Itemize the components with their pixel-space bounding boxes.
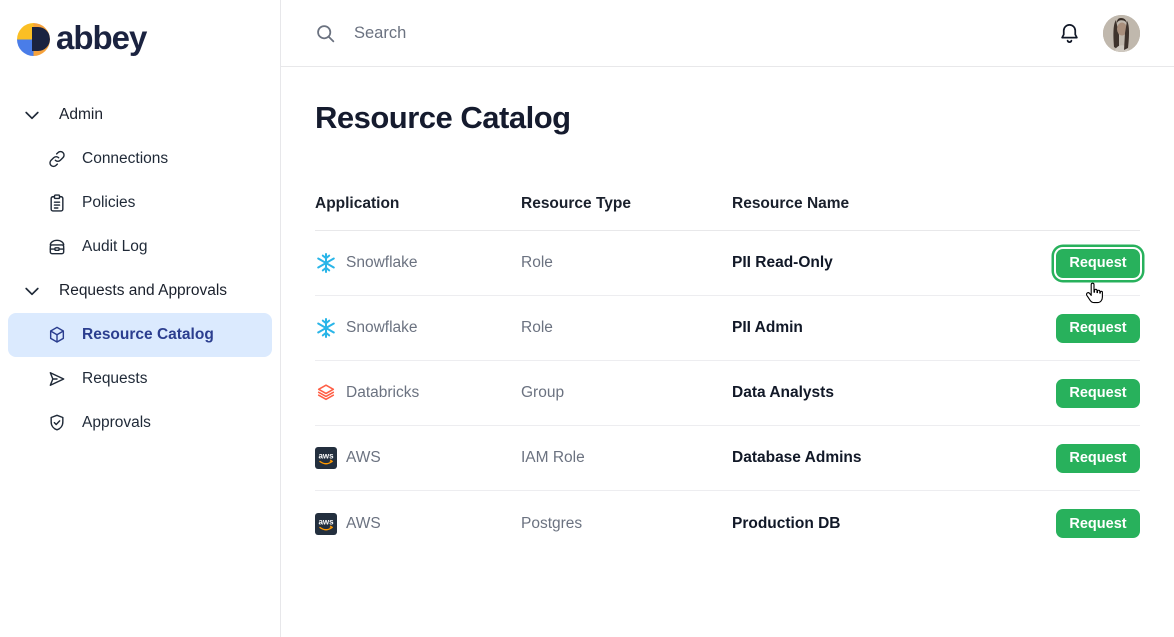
section-label: Admin [59,106,103,124]
aws-icon: aws [315,447,337,469]
sidebar-item-audit-log[interactable]: Audit Log [8,225,272,269]
table-row: Databricks Group Data Analysts Request [315,361,1140,426]
section-label: Requests and Approvals [59,282,227,300]
cube-icon [47,325,67,345]
app-window: abbey Admin Connections [0,0,1174,637]
sidebar-section-admin[interactable]: Admin [8,93,272,137]
main-area: Resource Catalog Application Resource Ty… [281,0,1174,637]
column-header-resource-name: Resource Name [732,195,1140,213]
aws-icon: aws [315,513,337,535]
resource-name: Production DB [732,515,1056,533]
request-button[interactable]: Request [1056,379,1140,408]
sidebar-section-requests-approvals[interactable]: Requests and Approvals [8,269,272,313]
snowflake-icon [315,317,337,339]
databricks-icon [315,382,337,404]
sidebar-item-requests[interactable]: Requests [8,357,272,401]
application-name: Snowflake [346,254,418,272]
resource-table: Application Resource Type Resource Name [315,195,1140,556]
clipboard-icon [47,193,67,213]
sidebar-item-policies[interactable]: Policies [8,181,272,225]
sidebar-item-label: Approvals [82,414,151,432]
resource-name: PII Admin [732,319,1056,337]
resource-type: Postgres [521,515,732,533]
topbar-actions [1058,15,1140,52]
user-avatar[interactable] [1103,15,1140,52]
svg-text:aws: aws [318,452,334,461]
resource-name: Database Admins [732,449,1056,467]
sidebar-item-label: Policies [82,194,135,212]
resource-type: Role [521,319,732,337]
bell-icon [1058,22,1081,45]
search-icon [315,23,336,44]
column-header-resource-type: Resource Type [521,195,732,213]
request-button[interactable]: Request [1056,509,1140,538]
application-name: AWS [346,515,381,533]
chevron-down-icon [22,105,42,125]
svg-text:aws: aws [318,517,334,526]
archive-box-icon [47,237,67,257]
chevron-down-icon [22,281,42,301]
column-header-application: Application [315,195,521,213]
table-row: Snowflake Role PII Read-Only Request [315,231,1140,296]
request-button[interactable]: Request [1056,314,1140,343]
sidebar: abbey Admin Connections [0,0,281,637]
search-bar [315,23,1058,44]
avatar-portrait [1103,15,1140,52]
application-name: Databricks [346,384,419,402]
sidebar-item-approvals[interactable]: Approvals [8,401,272,445]
request-button[interactable]: Request [1056,444,1140,473]
resource-type: IAM Role [521,449,732,467]
send-icon [47,369,67,389]
sidebar-item-label: Requests [82,370,147,388]
page-content: Resource Catalog Application Resource Ty… [281,67,1174,556]
application-name: Snowflake [346,319,418,337]
resource-type: Group [521,384,732,402]
sidebar-item-connections[interactable]: Connections [8,137,272,181]
table-row: aws AWS Postgres Production DB Request [315,491,1140,556]
application-name: AWS [346,449,381,467]
table-row: aws AWS IAM Role Database Admins Request [315,426,1140,491]
request-button[interactable]: Request [1056,249,1140,278]
sidebar-item-resource-catalog[interactable]: Resource Catalog [8,313,272,357]
resource-name: PII Read-Only [732,254,1056,272]
resource-type: Role [521,254,732,272]
notifications-button[interactable] [1058,22,1081,45]
sidebar-item-label: Audit Log [82,238,148,256]
page-title: Resource Catalog [315,98,1140,138]
topbar [281,0,1174,67]
sidebar-item-label: Resource Catalog [82,326,214,344]
resource-name: Data Analysts [732,384,1056,402]
snowflake-icon [315,252,337,274]
table-header-row: Application Resource Type Resource Name [315,195,1140,231]
search-input[interactable] [354,24,754,43]
sidebar-nav: Admin Connections [0,93,280,445]
brand-logo[interactable]: abbey [0,17,280,61]
shield-check-icon [47,413,67,433]
brand-name: abbey [56,21,146,54]
abbey-logo-icon [17,23,50,56]
table-row: Snowflake Role PII Admin Request [315,296,1140,361]
sidebar-item-label: Connections [82,150,168,168]
link-icon [47,149,67,169]
